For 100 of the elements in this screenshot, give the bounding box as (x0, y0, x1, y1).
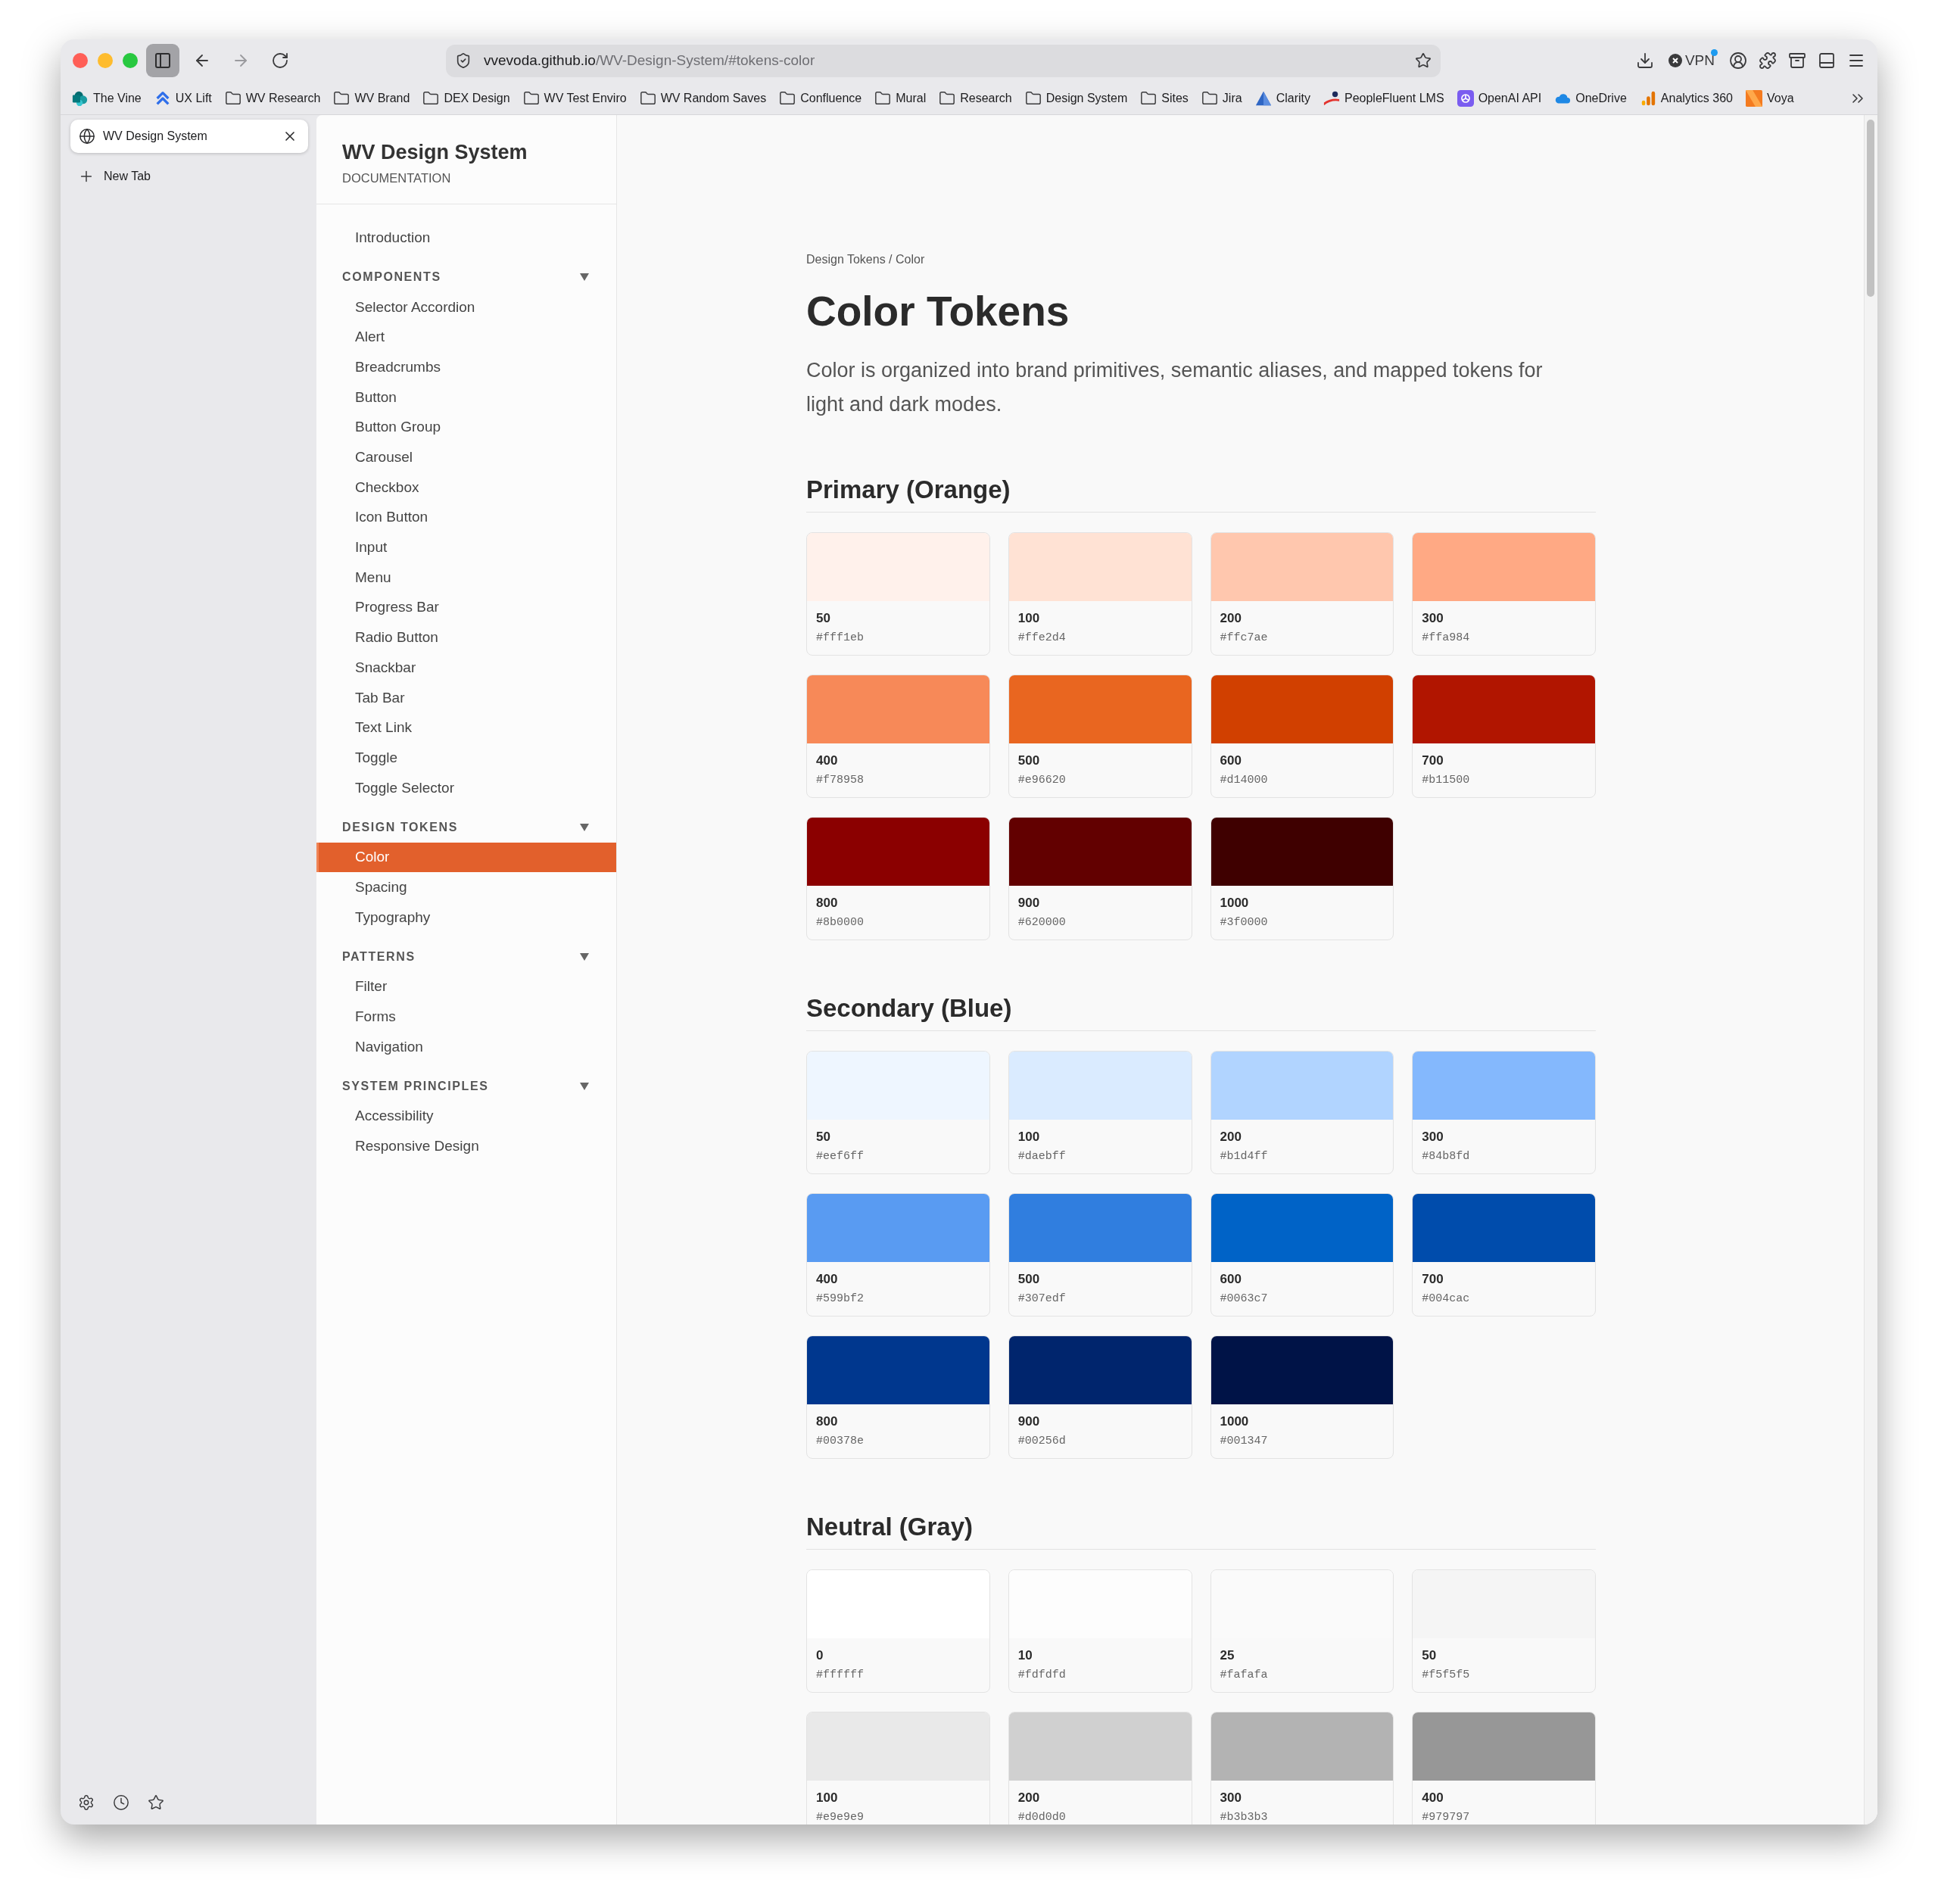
nav-link[interactable]: Icon Button (316, 502, 616, 533)
nav-link[interactable]: Filter (316, 971, 616, 1002)
step-label: 50 (816, 610, 831, 627)
bookmark-link[interactable]: OneDrive (1554, 89, 1627, 108)
browser-tab[interactable]: WV Design System (70, 120, 308, 153)
section-header[interactable]: DESIGN TOKENS (316, 812, 616, 843)
section-heading: Secondary (Blue) (806, 992, 1596, 1031)
star-icon[interactable] (148, 1794, 164, 1811)
nav-link[interactable]: Selector Accordion (316, 292, 616, 323)
nav-link[interactable]: Breadcrumbs (316, 352, 616, 383)
bookmark-link[interactable]: Confluence (779, 89, 862, 108)
bookmark-link[interactable]: Clarity (1254, 89, 1310, 108)
step-label: 0 (816, 1647, 824, 1664)
nav-link[interactable]: Checkbox (316, 472, 616, 503)
vpn-button[interactable]: VPN (1665, 48, 1718, 73)
nav-link[interactable]: Carousel (316, 442, 616, 473)
nav-link[interactable]: Spacing (316, 872, 616, 903)
folder-icon (874, 89, 892, 107)
sidebar-toggle-button[interactable] (146, 44, 179, 77)
nav-link[interactable]: Forms (316, 1002, 616, 1033)
step-label: 1000 (1220, 1413, 1250, 1430)
step-label: 50 (1422, 1647, 1438, 1664)
bookmark-link[interactable]: Jira (1201, 89, 1242, 108)
nav-link[interactable]: Progress Bar (316, 592, 616, 623)
nav-link[interactable]: Alert (316, 322, 616, 353)
tab-title: WV Design System (103, 129, 207, 144)
bookmark-link[interactable]: PeopleFluent LMS (1323, 89, 1444, 108)
nav-link[interactable]: Radio Button (316, 622, 616, 653)
hex-code: #004cac (1422, 1292, 1471, 1307)
nav-link[interactable]: Button (316, 382, 616, 413)
nav-link[interactable]: Tab Bar (316, 682, 616, 713)
section-header[interactable]: COMPONENTS (316, 262, 616, 292)
step-label: 900 (1017, 895, 1041, 911)
globe-icon (79, 128, 95, 145)
bookmark-star-icon[interactable] (1415, 52, 1432, 69)
scrollbar-thumb[interactable] (1867, 120, 1874, 297)
bookmark-link[interactable]: WV Random Saves (639, 89, 767, 108)
account-icon[interactable] (1729, 51, 1747, 70)
nav-link[interactable]: Toggle (316, 743, 616, 773)
nav-link[interactable]: Responsive Design (316, 1131, 616, 1162)
step-label: 1000 (1220, 895, 1250, 911)
folder-icon (1201, 89, 1218, 107)
nav-link[interactable]: Menu (316, 562, 616, 593)
wheel-logo-icon (1457, 89, 1474, 107)
site-title: WV Design System (342, 140, 528, 165)
step-label: 800 (816, 895, 839, 911)
bookmark-link[interactable]: WV Test Enviro (522, 89, 627, 108)
step-label: 700 (1422, 1271, 1444, 1288)
nav-link[interactable]: Snackbar (316, 653, 616, 683)
nav-link[interactable]: Toggle Selector (316, 773, 616, 803)
swoosh-logo-icon (1323, 89, 1340, 107)
bookmark-link[interactable]: DEX Design (422, 89, 510, 108)
bookmark-link[interactable]: UX Lift (154, 89, 212, 108)
hex-code: #00256d (1017, 1434, 1067, 1449)
nav-link[interactable]: Input (316, 532, 616, 563)
section-heading: Primary (Orange) (806, 473, 1596, 513)
new-tab-button[interactable]: New Tab (70, 163, 308, 190)
step-label: 100 (1017, 610, 1041, 627)
address-field[interactable]: vvevoda.github.io/WV-Design-System/#tokens-color (446, 44, 1441, 77)
bookmark-link[interactable]: Voya (1746, 89, 1794, 108)
bookmark-link[interactable]: Design System (1024, 89, 1128, 108)
nav-link[interactable]: Button Group (316, 412, 616, 443)
nav-link[interactable]: Color (316, 842, 616, 873)
section-header[interactable]: PATTERNS (316, 941, 616, 972)
archive-icon[interactable] (1788, 51, 1806, 70)
nav-link[interactable]: Introduction (316, 223, 616, 253)
nav-link[interactable]: Text Link (316, 712, 616, 743)
bookmark-link[interactable]: WV Research (224, 89, 321, 108)
step-label: 300 (1422, 1129, 1444, 1145)
folder-icon (422, 89, 440, 107)
settings-icon[interactable] (78, 1794, 95, 1811)
hex-code: #b11500 (1422, 773, 1471, 788)
nav-link[interactable]: Navigation (316, 1032, 616, 1062)
step-label: 500 (1017, 1271, 1041, 1288)
hex-code: #e9e9e9 (816, 1810, 865, 1825)
download-icon[interactable] (1635, 51, 1654, 70)
panel-bottom-icon[interactable] (1818, 51, 1836, 70)
bookmark-link[interactable]: OpenAI API (1457, 89, 1542, 108)
bookmark-link[interactable]: Sites (1140, 89, 1189, 108)
bookmark-link[interactable]: WV Brand (333, 89, 410, 108)
hex-code: #ffc7ae (1220, 631, 1269, 646)
bookmark-link[interactable]: Research (939, 89, 1012, 108)
clock-icon[interactable] (113, 1794, 129, 1811)
bookmark-link[interactable]: The Vine (72, 89, 142, 108)
hex-code: #daebff (1017, 1149, 1067, 1164)
section-header[interactable]: SYSTEM PRINCIPLES (316, 1070, 616, 1102)
section-heading: Neutral (Gray) (806, 1510, 1596, 1550)
nav-link[interactable]: Typography (316, 902, 616, 933)
nav-link[interactable]: Accessibility (316, 1101, 616, 1132)
bookmark-link[interactable]: Mural (874, 89, 927, 108)
step-label: 300 (1422, 610, 1444, 627)
hex-code: #fff1eb (816, 631, 865, 646)
hex-code: #d0d0d0 (1017, 1810, 1067, 1825)
hex-code: #0063c7 (1220, 1292, 1269, 1307)
reload-icon[interactable] (271, 51, 289, 70)
bookmark-link[interactable]: Analytics 360 (1639, 89, 1733, 108)
hex-code: #001347 (1220, 1434, 1269, 1449)
site-subtitle: DOCUMENTATION (342, 170, 452, 186)
puzzle-icon[interactable] (1759, 51, 1777, 70)
hex-code: #00378e (816, 1434, 865, 1449)
